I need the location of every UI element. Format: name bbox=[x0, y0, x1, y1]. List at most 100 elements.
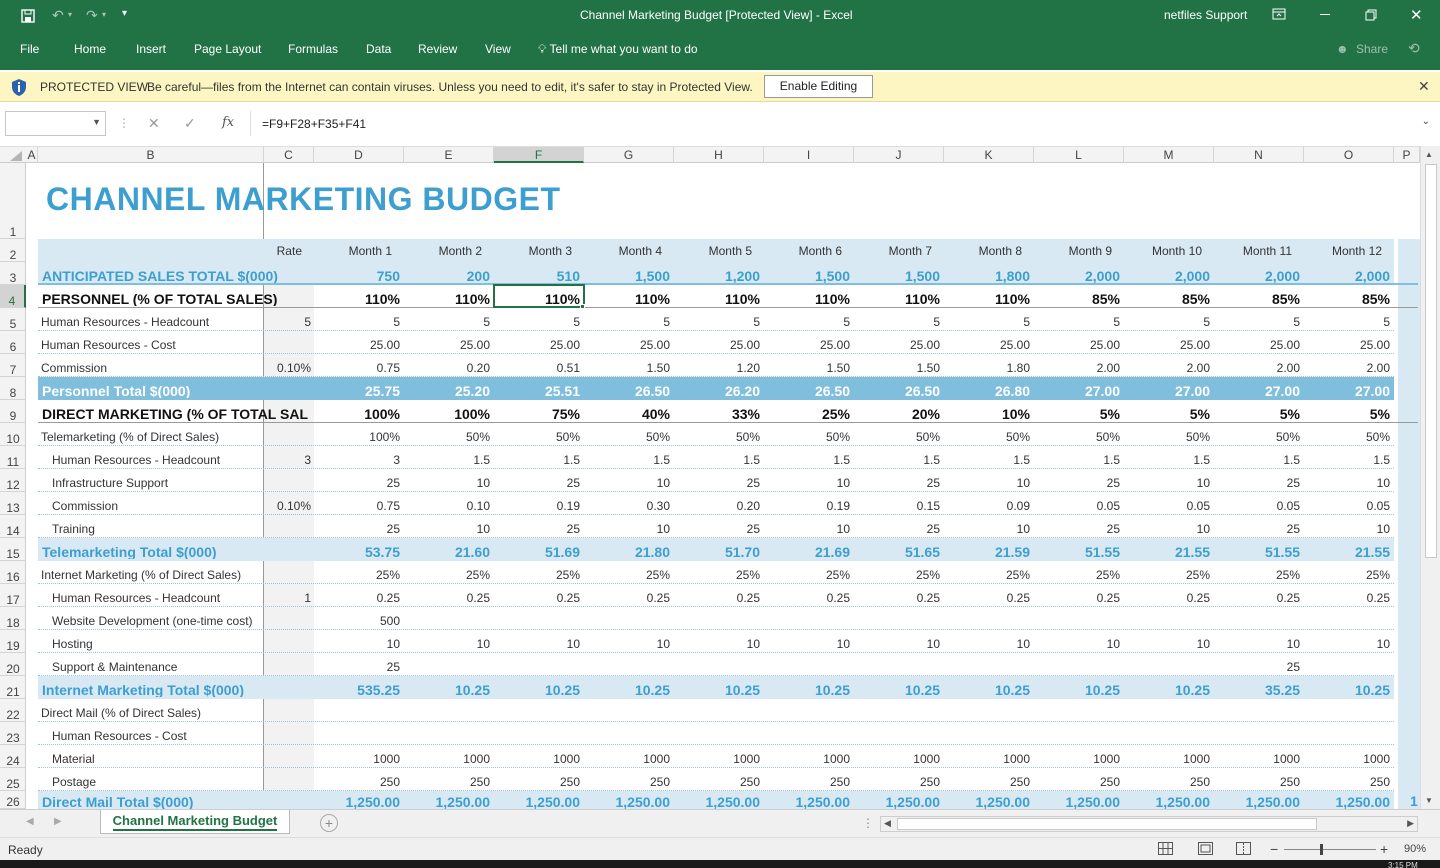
confirm-entry-icon[interactable]: ✓ bbox=[184, 115, 196, 132]
minimize-icon[interactable] bbox=[1320, 14, 1330, 15]
row-header-11[interactable]: 11 bbox=[0, 446, 26, 469]
vertical-scroll-thumb[interactable] bbox=[1425, 164, 1437, 558]
zoom-slider[interactable] bbox=[1284, 844, 1376, 855]
tab-split-handle[interactable]: ⋮ bbox=[862, 816, 874, 830]
row-header-13[interactable]: 13 bbox=[0, 492, 26, 515]
cancel-entry-icon[interactable]: ✕ bbox=[148, 115, 160, 132]
account-name[interactable]: netfiles Support bbox=[1164, 8, 1247, 22]
row-header-12[interactable]: 12 bbox=[0, 469, 26, 492]
tab-home[interactable]: Home bbox=[74, 42, 106, 56]
new-sheet-icon[interactable]: + bbox=[320, 814, 338, 832]
zoom-level[interactable]: 90% bbox=[1404, 843, 1426, 855]
tab-view[interactable]: View bbox=[485, 42, 511, 56]
row-header-16[interactable]: 16 bbox=[0, 561, 26, 584]
column-header-l[interactable]: L bbox=[1034, 147, 1124, 163]
row-header-18[interactable]: 18 bbox=[0, 607, 26, 630]
row-header-25[interactable]: 25 bbox=[0, 768, 26, 791]
page-layout-view-icon[interactable] bbox=[1198, 842, 1213, 855]
customize-quick-access-icon[interactable]: ▾ bbox=[122, 8, 127, 19]
row-header-8[interactable]: 8 bbox=[0, 377, 26, 400]
tab-file[interactable]: File bbox=[20, 42, 39, 56]
column-header-b[interactable]: B bbox=[38, 147, 264, 163]
column-header-a[interactable]: A bbox=[26, 147, 38, 163]
sheet-tab-active[interactable]: Channel Marketing Budget bbox=[100, 810, 290, 834]
column-header-j[interactable]: J bbox=[854, 147, 944, 163]
row-header-9[interactable]: 9 bbox=[0, 400, 26, 423]
undo-dropdown-icon[interactable]: ▾ bbox=[68, 10, 72, 19]
fill-handle[interactable] bbox=[580, 304, 585, 309]
row-header-21[interactable]: 21 bbox=[0, 676, 26, 699]
tab-insert[interactable]: Insert bbox=[136, 42, 166, 56]
normal-view-icon[interactable] bbox=[1158, 842, 1173, 855]
worksheet-grid[interactable]: CHANNEL MARKETING BUDGET Rate Month 1 Month… bbox=[26, 163, 1420, 809]
next-sheet-icon[interactable]: ▶ bbox=[54, 816, 62, 827]
activity-history-icon[interactable]: ⟲ bbox=[1408, 40, 1420, 57]
tell-me-search[interactable]: 💡︎ Tell me what you want to do bbox=[538, 42, 698, 57]
tab-data[interactable]: Data bbox=[366, 42, 391, 56]
row-header-10[interactable]: 10 bbox=[0, 423, 26, 446]
row-header-1[interactable]: 1 bbox=[0, 163, 26, 239]
close-protected-view-icon[interactable]: ✕ bbox=[1418, 78, 1430, 95]
row-header-3[interactable]: 3 bbox=[0, 262, 26, 285]
row-header-2[interactable]: 2 bbox=[0, 239, 26, 262]
expand-formula-icon[interactable]: ⌄ bbox=[1422, 116, 1430, 127]
row-header-4[interactable]: 4 bbox=[0, 285, 26, 308]
zoom-slider-thumb[interactable] bbox=[1320, 844, 1323, 855]
row-header-20[interactable]: 20 bbox=[0, 653, 26, 676]
month-value: 250 bbox=[1369, 775, 1390, 789]
zoom-out-icon[interactable]: − bbox=[1270, 841, 1278, 857]
ribbon-display-options-icon[interactable] bbox=[1272, 8, 1286, 20]
enable-editing-button[interactable]: Enable Editing bbox=[764, 75, 873, 98]
redo-icon[interactable]: ↷ bbox=[86, 7, 98, 24]
column-header-k[interactable]: K bbox=[944, 147, 1034, 163]
formula-input[interactable]: =F9+F28+F35+F41 ⌄ bbox=[250, 111, 1436, 136]
scroll-down-icon[interactable]: ▼ bbox=[1425, 796, 1433, 805]
column-header-o[interactable]: O bbox=[1304, 147, 1394, 163]
scroll-left-icon[interactable]: ◀ bbox=[884, 818, 891, 829]
row-header-6[interactable]: 6 bbox=[0, 331, 26, 354]
row-header-22[interactable]: 22 bbox=[0, 699, 26, 722]
restore-icon[interactable] bbox=[1365, 9, 1377, 21]
row-header-19[interactable]: 19 bbox=[0, 630, 26, 653]
column-header-m[interactable]: M bbox=[1124, 147, 1214, 163]
name-box-dropdown-icon[interactable]: ▼ bbox=[92, 117, 101, 127]
row-header-26[interactable]: 26 bbox=[0, 791, 26, 809]
vertical-scrollbar[interactable]: ▲ ▼ bbox=[1420, 146, 1440, 809]
horizontal-scrollbar[interactable]: ◀ ▶ bbox=[880, 816, 1418, 832]
insert-function-icon[interactable]: fx bbox=[222, 115, 234, 130]
scroll-right-icon[interactable]: ▶ bbox=[1407, 818, 1414, 829]
row-header-5[interactable]: 5 bbox=[0, 308, 26, 331]
row-header-15[interactable]: 15 bbox=[0, 538, 26, 561]
column-header-f[interactable]: F bbox=[494, 147, 584, 163]
month-value: 50% bbox=[825, 430, 850, 444]
tab-review[interactable]: Review bbox=[418, 42, 457, 56]
row-header-7[interactable]: 7 bbox=[0, 354, 26, 377]
prev-sheet-icon[interactable]: ◀ bbox=[26, 816, 34, 827]
undo-icon[interactable]: ↶ bbox=[52, 7, 64, 24]
column-header-d[interactable]: D bbox=[314, 147, 404, 163]
redo-dropdown-icon[interactable]: ▾ bbox=[102, 10, 106, 19]
save-icon[interactable] bbox=[20, 8, 36, 24]
column-header-g[interactable]: G bbox=[584, 147, 674, 163]
row-header-14[interactable]: 14 bbox=[0, 515, 26, 538]
zoom-in-icon[interactable]: + bbox=[1380, 841, 1388, 857]
scroll-up-icon[interactable]: ▲ bbox=[1425, 150, 1433, 159]
column-header-e[interactable]: E bbox=[404, 147, 494, 163]
row-header-23[interactable]: 23 bbox=[0, 722, 26, 745]
selected-cell[interactable] bbox=[493, 284, 585, 308]
row-header-17[interactable]: 17 bbox=[0, 584, 26, 607]
tab-page-layout[interactable]: Page Layout bbox=[194, 42, 261, 56]
close-window-icon[interactable]: ✕ bbox=[1410, 6, 1423, 24]
column-header-n[interactable]: N bbox=[1214, 147, 1304, 163]
tab-formulas[interactable]: Formulas bbox=[288, 42, 338, 56]
select-all-corner[interactable] bbox=[10, 151, 22, 161]
column-header-h[interactable]: H bbox=[674, 147, 764, 163]
page-break-view-icon[interactable] bbox=[1236, 842, 1251, 855]
share-button[interactable]: ☻ Share bbox=[1336, 42, 1388, 56]
horizontal-scroll-thumb[interactable] bbox=[897, 818, 1317, 830]
column-header-i[interactable]: I bbox=[764, 147, 854, 163]
row-header-24[interactable]: 24 bbox=[0, 745, 26, 768]
column-header-p[interactable]: P bbox=[1394, 147, 1420, 163]
column-header-c[interactable]: C bbox=[264, 147, 314, 163]
name-box[interactable]: ▼ bbox=[5, 111, 106, 136]
